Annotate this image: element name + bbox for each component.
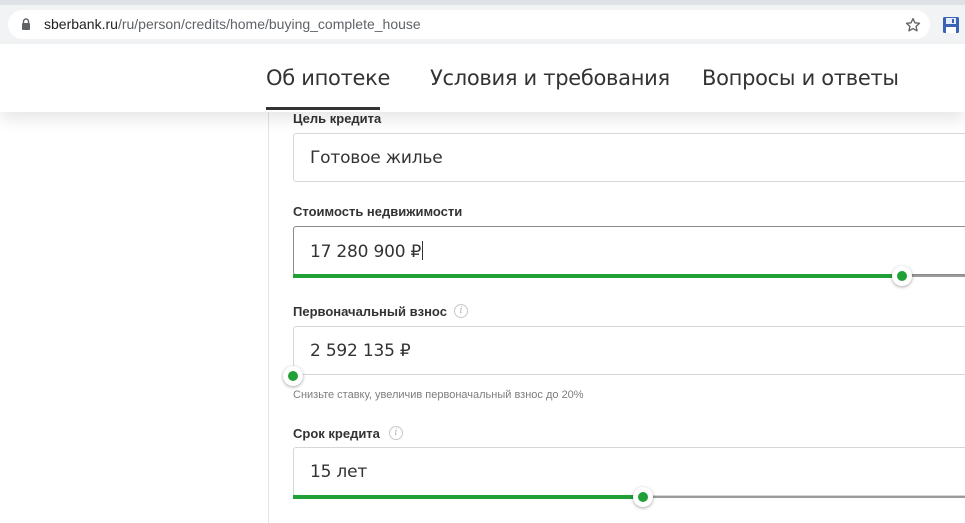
term-label: Срок кредита <box>293 426 380 441</box>
price-slider-fill <box>293 274 902 278</box>
down-payment-label: Первоначальный взнос <box>293 304 447 319</box>
active-tab-indicator <box>266 107 380 110</box>
info-icon[interactable]: i <box>389 426 403 440</box>
term-value: 15 лет <box>310 462 368 482</box>
down-payment-slider-thumb[interactable] <box>283 366 303 386</box>
price-input[interactable]: 17 280 900 ₽ <box>293 226 965 275</box>
content-divider <box>268 112 269 523</box>
tab-faq[interactable]: Вопросы и ответы <box>702 66 899 90</box>
term-slider-fill <box>293 495 643 499</box>
tab-about-mortgage[interactable]: Об ипотеке <box>266 66 390 90</box>
price-slider-thumb[interactable] <box>892 266 912 286</box>
down-payment-slider[interactable] <box>283 366 965 386</box>
down-payment-input[interactable]: 2 592 135 ₽ <box>293 326 965 375</box>
price-value-wrap: 17 280 900 ₽ <box>310 241 424 262</box>
lock-icon[interactable] <box>21 18 31 30</box>
down-payment-value: 2 592 135 ₽ <box>310 341 411 361</box>
purpose-value: Готовое жилье <box>310 148 443 168</box>
purpose-select[interactable]: Готовое жилье <box>293 133 965 182</box>
price-slider[interactable] <box>293 266 965 286</box>
url-path: /ru/person/credits/home/buying_complete_… <box>117 16 421 32</box>
term-slider[interactable] <box>293 487 965 507</box>
page-nav: Об ипотеке Условия и требования Вопросы … <box>0 44 965 112</box>
url-host: sberbank.ru <box>44 16 118 32</box>
text-caret <box>422 241 424 260</box>
term-input[interactable]: 15 лет <box>293 447 965 496</box>
browser-toolbar: sberbank.ru/ru/person/credits/home/buyin… <box>0 0 965 44</box>
tab-conditions[interactable]: Условия и требования <box>430 66 670 90</box>
purpose-label: Цель кредита <box>293 111 382 126</box>
address-bar[interactable]: sberbank.ru/ru/person/credits/home/buyin… <box>8 10 930 39</box>
star-icon[interactable] <box>904 16 922 34</box>
url-text[interactable]: sberbank.ru/ru/person/credits/home/buyin… <box>44 16 421 32</box>
save-icon[interactable] <box>942 16 960 34</box>
price-label: Стоимость недвижимости <box>293 204 463 219</box>
info-icon[interactable]: i <box>454 304 468 318</box>
term-slider-thumb[interactable] <box>633 487 653 507</box>
down-payment-hint: Снизьте ставку, увеличив первоначальный … <box>293 389 584 401</box>
price-value: 17 280 900 ₽ <box>310 242 422 262</box>
